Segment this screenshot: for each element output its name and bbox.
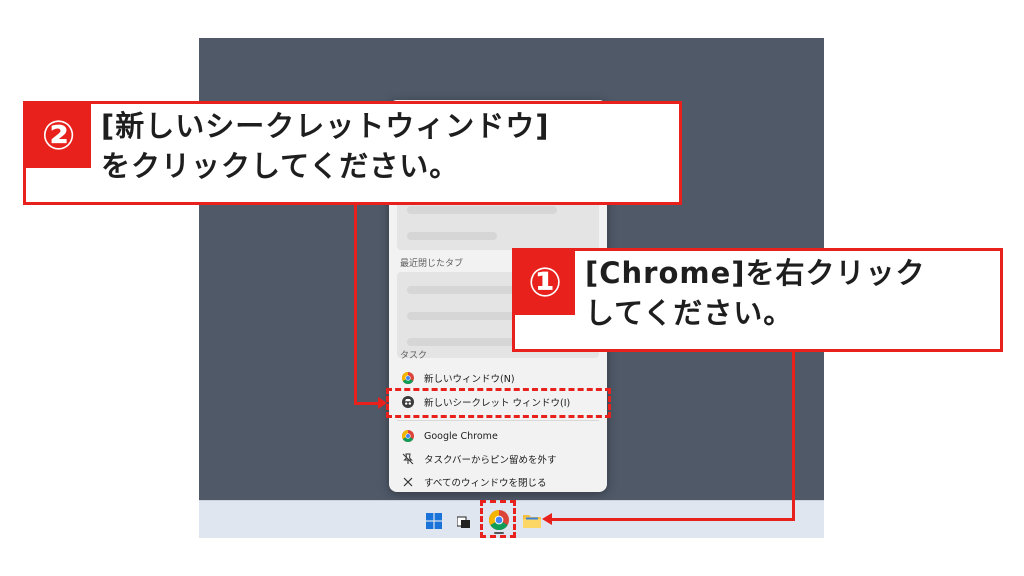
step1-callout: ① [Chrome]を右クリック してください。 xyxy=(512,248,1003,352)
google-chrome-label: Google Chrome xyxy=(424,430,498,442)
task-view-icon[interactable] xyxy=(456,513,472,529)
chrome-icon xyxy=(402,372,414,384)
unpin-taskbar-item[interactable]: タスクバーからピン留めを外す xyxy=(395,447,601,471)
step1-instruction: [Chrome]を右クリック してください。 xyxy=(575,251,926,349)
step2-line1: [新しいシークレットウィンドウ] xyxy=(101,109,550,143)
unpin-icon xyxy=(402,453,414,465)
google-chrome-item[interactable]: Google Chrome xyxy=(395,424,601,448)
step1-leader-horizontal xyxy=(552,518,795,521)
step2-number: ② xyxy=(41,113,76,159)
step2-number-badge: ② xyxy=(26,104,91,168)
step2-leader-vertical xyxy=(354,203,357,405)
step2-callout: ② [新しいシークレットウィンドウ] をクリックしてください。 xyxy=(23,101,682,205)
step2-arrowhead xyxy=(378,397,387,409)
close-all-windows-item[interactable]: すべてのウィンドウを閉じる xyxy=(395,470,601,492)
unpin-taskbar-label: タスクバーからピン留めを外す xyxy=(424,455,557,466)
step2-instruction: [新しいシークレットウィンドウ] をクリックしてください。 xyxy=(91,104,550,202)
chrome-icon xyxy=(402,430,414,442)
step1-number-badge: ① xyxy=(515,251,575,315)
step1-leader-vertical xyxy=(792,350,795,521)
step1-number: ① xyxy=(528,260,562,306)
step1-line1: [Chrome]を右クリック xyxy=(585,256,926,290)
menu-divider xyxy=(397,420,599,421)
close-all-windows-label: すべてのウィンドウを閉じる xyxy=(424,478,547,489)
close-icon xyxy=(402,476,414,488)
windows-start-icon[interactable] xyxy=(425,512,443,530)
incognito-highlight-box xyxy=(386,388,611,418)
tasks-section-label: タスク xyxy=(400,351,428,361)
step2-leader-horizontal xyxy=(354,402,380,405)
recent-closed-tabs-label: 最近閉じたタブ xyxy=(400,259,464,269)
step2-line2: をクリックしてください。 xyxy=(101,149,460,183)
step1-line2: してください。 xyxy=(585,296,794,330)
new-window-label: 新しいウィンドウ(N) xyxy=(424,374,515,385)
new-window-item[interactable]: 新しいウィンドウ(N) xyxy=(395,366,601,390)
chrome-taskbar-highlight-box xyxy=(480,500,516,538)
step1-arrowhead xyxy=(542,513,552,525)
file-explorer-icon[interactable] xyxy=(522,511,542,529)
